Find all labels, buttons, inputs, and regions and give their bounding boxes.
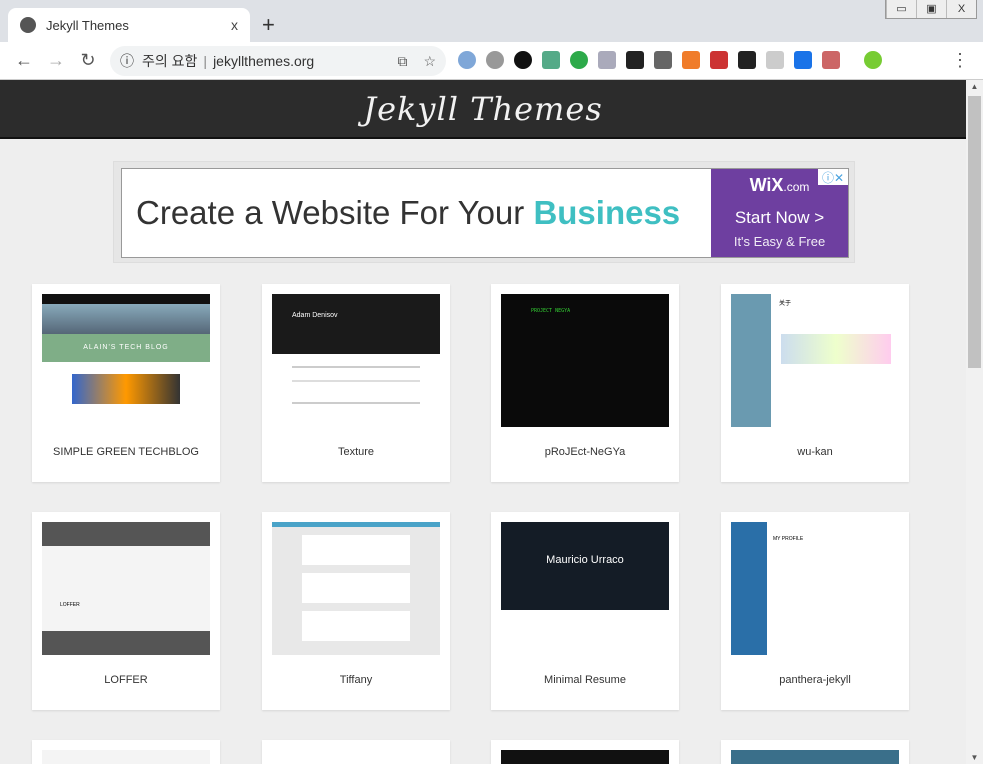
- extension-icon[interactable]: [542, 51, 560, 69]
- theme-card[interactable]: [262, 740, 450, 764]
- theme-card[interactable]: PROJECT NEGYA pRoJEct-NeGYa: [491, 284, 679, 482]
- extensions: [458, 51, 882, 69]
- reload-icon[interactable]: ↻: [72, 50, 104, 71]
- page-viewport: Jekyll Themes Create a Website For Your …: [0, 80, 966, 764]
- close-tab-icon[interactable]: x: [231, 17, 238, 33]
- url-text[interactable]: jekyllthemes.org: [213, 53, 314, 69]
- theme-name[interactable]: Texture: [262, 446, 450, 458]
- ad-headline: Create a Website For Your: [136, 194, 534, 231]
- theme-name[interactable]: LOFFER: [32, 674, 220, 686]
- thumb-text: MY PROFILE: [773, 536, 804, 542]
- thumb-text: Adam Denisov: [272, 294, 440, 354]
- ad-content[interactable]: Create a Website For Your Business WiX.c…: [121, 168, 849, 258]
- info-icon[interactable]: ⓘ: [120, 51, 134, 71]
- theme-name[interactable]: panthera-jekyll: [721, 674, 909, 686]
- window-controls: ▭ ▣ X: [885, 0, 977, 19]
- ad-banner: Create a Website For Your Business WiX.c…: [113, 161, 855, 263]
- theme-card[interactable]: [721, 740, 909, 764]
- evernote-icon[interactable]: [570, 51, 588, 69]
- thumb-text: 关于: [779, 301, 792, 307]
- avatar[interactable]: [864, 51, 882, 69]
- extension-icon[interactable]: [486, 51, 504, 69]
- dropbox-icon[interactable]: [794, 51, 812, 69]
- theme-name[interactable]: Tiffany: [262, 674, 450, 686]
- back-icon[interactable]: ←: [8, 50, 40, 71]
- scrollbar-thumb[interactable]: [968, 96, 981, 368]
- theme-card[interactable]: [32, 740, 220, 764]
- theme-card[interactable]: Tiffany: [262, 512, 450, 710]
- globe-icon: [20, 17, 36, 33]
- scroll-up-icon[interactable]: ▲: [966, 82, 983, 91]
- translate-icon[interactable]: ⧉: [397, 53, 407, 70]
- thumb-text: PROJECT NEGYA: [531, 308, 571, 314]
- theme-card[interactable]: LOFFER LOFFER: [32, 512, 220, 710]
- forward-icon[interactable]: →: [40, 50, 72, 71]
- theme-name[interactable]: wu-kan: [721, 446, 909, 458]
- browser-tab[interactable]: Jekyll Themes x: [8, 8, 250, 42]
- eye-icon[interactable]: [514, 51, 532, 69]
- ad-brand: WiX: [749, 175, 784, 195]
- theme-card[interactable]: ALAIN'S TECH BLOG SIMPLE GREEN TECHBLOG: [32, 284, 220, 482]
- bookmark-star-icon[interactable]: ☆: [423, 53, 436, 70]
- theme-name[interactable]: SIMPLE GREEN TECHBLOG: [32, 446, 220, 458]
- scroll-down-icon[interactable]: ▼: [966, 753, 983, 762]
- theme-card[interactable]: [491, 740, 679, 764]
- browser-toolbar: ← → ↻ ⓘ 주의 요함 | jekyllthemes.org ⧉ ☆ ⋮: [0, 42, 983, 80]
- new-tab-button[interactable]: +: [262, 12, 275, 38]
- ad-brand-suffix: .com: [783, 180, 810, 194]
- security-warning: 주의 요함: [142, 53, 198, 69]
- theme-card[interactable]: MY PROFILE panthera-jekyll: [721, 512, 909, 710]
- theme-card[interactable]: Adam Denisov Texture: [262, 284, 450, 482]
- pdf-icon[interactable]: [822, 51, 840, 69]
- minimize-button[interactable]: ▭: [886, 0, 916, 18]
- theme-name[interactable]: pRoJEct-NeGYa: [491, 446, 679, 458]
- ad-subtext: It's Easy & Free: [733, 234, 826, 249]
- tab-title: Jekyll Themes: [46, 17, 129, 33]
- extension-icon[interactable]: [682, 51, 700, 69]
- ad-headline-emphasis: Business: [533, 194, 681, 231]
- list-icon[interactable]: [598, 51, 616, 69]
- scrollbar[interactable]: ▲ ▼: [966, 80, 983, 764]
- instapaper-icon[interactable]: [654, 51, 672, 69]
- extension-icon[interactable]: [710, 51, 728, 69]
- ad-cta[interactable]: Start Now >: [711, 208, 848, 228]
- address-bar[interactable]: ⓘ 주의 요함 | jekyllthemes.org ⧉ ☆: [110, 46, 446, 76]
- reply-icon[interactable]: [626, 51, 644, 69]
- site-header: Jekyll Themes: [0, 80, 966, 139]
- thumb-text: ALAIN'S TECH BLOG: [42, 334, 210, 362]
- title-bar: Jekyll Themes x + ▭ ▣ X: [0, 0, 983, 42]
- ad-close-icon[interactable]: ⓘ✕: [818, 169, 848, 185]
- site-logo[interactable]: Jekyll Themes: [363, 90, 602, 128]
- extension-icon[interactable]: [458, 51, 476, 69]
- extension-icon[interactable]: [766, 51, 784, 69]
- theme-card[interactable]: 关于 wu-kan: [721, 284, 909, 482]
- maximize-button[interactable]: ▣: [916, 0, 946, 18]
- thumb-text: LOFFER: [60, 602, 80, 608]
- notion-icon[interactable]: [738, 51, 756, 69]
- theme-name[interactable]: Minimal Resume: [491, 674, 679, 686]
- menu-icon[interactable]: ⋮: [951, 50, 969, 71]
- theme-card[interactable]: Mauricio Urraco Minimal Resume: [491, 512, 679, 710]
- thumb-text: Mauricio Urraco: [501, 522, 669, 610]
- close-window-button[interactable]: X: [946, 0, 976, 18]
